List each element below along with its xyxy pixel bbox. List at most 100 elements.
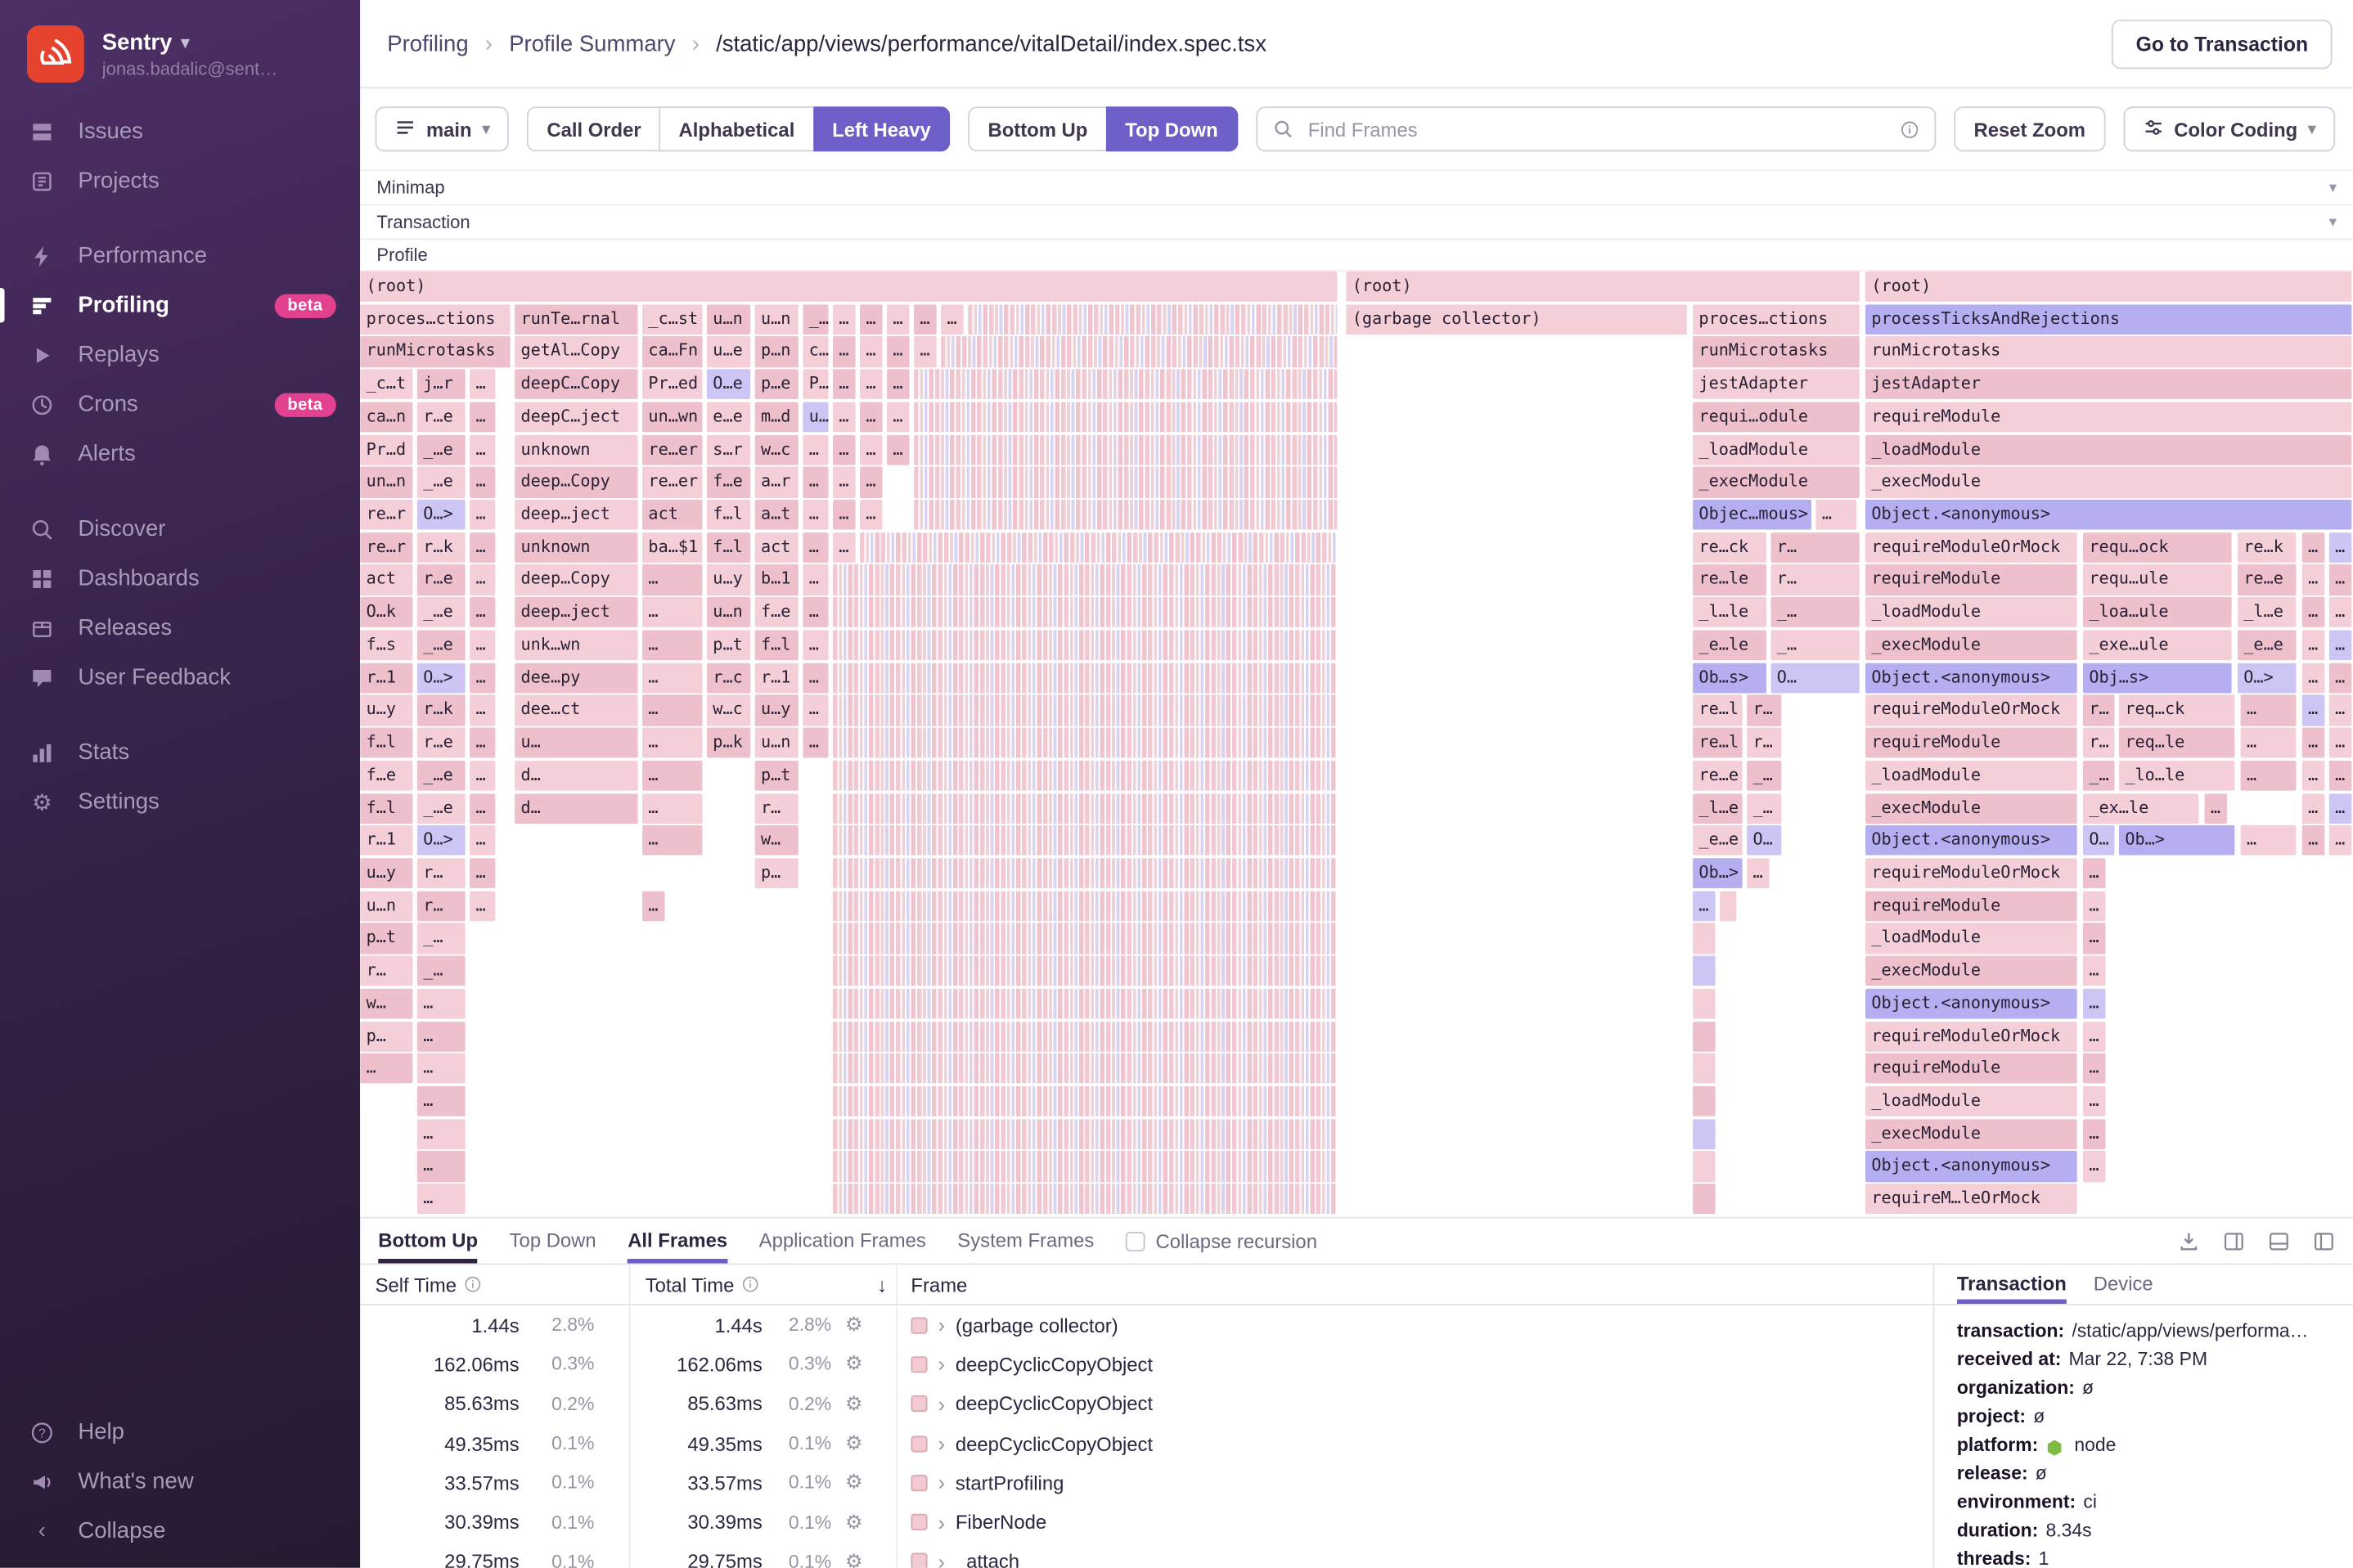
flame-frame[interactable]: … bbox=[2301, 727, 2324, 758]
flame-frame[interactable] bbox=[1693, 923, 1715, 954]
flame-frame[interactable] bbox=[914, 434, 1337, 465]
flame-frame[interactable]: u…n bbox=[706, 303, 750, 335]
flame-frame[interactable]: deepC…Copy bbox=[515, 369, 637, 400]
flame-frame[interactable]: … bbox=[2083, 955, 2105, 986]
flame-frame[interactable]: r… bbox=[1770, 532, 1859, 563]
flame-frame[interactable]: … bbox=[470, 793, 495, 824]
flame-frame[interactable]: _execModule bbox=[1865, 1118, 2076, 1149]
flame-frame[interactable]: _l…e bbox=[1693, 793, 1742, 824]
flame-frame[interactable]: Object.<anonymous> bbox=[1865, 663, 2076, 694]
flame-frame[interactable]: (garbage collector) bbox=[1346, 303, 1686, 335]
gear-icon[interactable]: ⚙ bbox=[831, 1392, 876, 1416]
frame-cell[interactable]: › deepCyclicCopyObject bbox=[898, 1424, 1933, 1463]
chevron-right-icon[interactable]: › bbox=[938, 1354, 945, 1375]
flame-frame[interactable]: runTe…rnal bbox=[515, 303, 637, 335]
flame-frame[interactable]: … bbox=[2328, 727, 2351, 758]
flame-frame[interactable]: … bbox=[1747, 858, 1769, 889]
flame-frame[interactable]: unk…wn bbox=[515, 630, 637, 661]
flame-frame[interactable]: re…r bbox=[360, 499, 412, 530]
flame-frame[interactable]: re…ck bbox=[1693, 532, 1766, 563]
flame-frame[interactable]: u…n bbox=[754, 727, 798, 758]
flame-frame[interactable]: _execModule bbox=[1865, 793, 2076, 824]
flame-frame[interactable] bbox=[941, 336, 1337, 367]
flame-frame[interactable]: … bbox=[833, 402, 855, 433]
flame-frame[interactable]: … bbox=[860, 369, 882, 400]
flame-frame[interactable]: … bbox=[470, 663, 495, 694]
flame-frame[interactable]: r… bbox=[360, 955, 412, 986]
flame-frame[interactable]: … bbox=[642, 694, 702, 726]
layout-left-icon[interactable] bbox=[2313, 1229, 2336, 1252]
flame-frame[interactable]: requireModule bbox=[1865, 1054, 2076, 1085]
flame-frame[interactable]: p…t bbox=[706, 630, 750, 661]
flame-frame[interactable]: … bbox=[2301, 793, 2324, 824]
flame-frame[interactable] bbox=[833, 1151, 1337, 1182]
flame-frame[interactable]: d… bbox=[515, 793, 637, 824]
flame-frame[interactable]: … bbox=[416, 1021, 465, 1052]
flame-frame[interactable]: O…e bbox=[706, 369, 750, 400]
flame-frame[interactable]: p…k bbox=[706, 727, 750, 758]
reset-zoom-button[interactable]: Reset Zoom bbox=[1954, 106, 2105, 152]
col-self-time[interactable]: Self Time bbox=[376, 1273, 483, 1296]
flame-frame[interactable]: dee…py bbox=[515, 663, 637, 694]
flame-frame[interactable] bbox=[833, 890, 1337, 922]
flame-frame[interactable]: … bbox=[470, 694, 495, 726]
flame-frame[interactable]: dee…ct bbox=[515, 694, 637, 726]
collapse-recursion-toggle[interactable]: Collapse recursion bbox=[1125, 1229, 1317, 1252]
flame-frame[interactable] bbox=[833, 825, 1337, 856]
flame-frame[interactable] bbox=[833, 663, 1337, 694]
flame-frame[interactable]: O…k bbox=[360, 597, 412, 628]
flame-frame[interactable] bbox=[1693, 1118, 1715, 1149]
flame-frame[interactable]: … bbox=[887, 402, 909, 433]
flame-frame[interactable]: Objec…mous> bbox=[1693, 499, 1811, 530]
flame-frame[interactable]: a…r bbox=[754, 467, 798, 498]
col-frame[interactable]: Frame bbox=[911, 1273, 967, 1296]
flame-frame[interactable]: … bbox=[860, 402, 882, 433]
flame-frame[interactable] bbox=[833, 1054, 1337, 1085]
flame-frame[interactable]: requireModule bbox=[1865, 564, 2076, 595]
flame-frame[interactable] bbox=[833, 1184, 1337, 1215]
flame-frame[interactable]: … bbox=[860, 336, 882, 367]
flame-frame[interactable]: … bbox=[642, 663, 702, 694]
flame-frame[interactable]: … bbox=[914, 336, 936, 367]
flame-frame[interactable]: … bbox=[860, 467, 882, 498]
table-row[interactable]: 1.44s 2.8% 1.44s 2.8% ⚙ › (garbage collector) bbox=[360, 1305, 1932, 1346]
table-row[interactable]: 162.06ms 0.3% 162.06ms 0.3% ⚙ › deepCyclicCopy… bbox=[360, 1345, 1932, 1385]
flame-frame[interactable]: O…> bbox=[416, 499, 465, 530]
download-icon[interactable] bbox=[2178, 1229, 2201, 1252]
flame-frame[interactable] bbox=[1693, 1184, 1715, 1215]
flame-frame[interactable]: u…y bbox=[754, 694, 798, 726]
flame-frame[interactable]: … bbox=[470, 727, 495, 758]
flame-frame[interactable]: p…t bbox=[754, 760, 798, 791]
sidebar-item-collapse[interactable]: ‹ Collapse bbox=[0, 1507, 360, 1557]
left-heavy-button[interactable]: Left Heavy bbox=[812, 106, 951, 152]
flame-frame[interactable]: _… bbox=[416, 955, 465, 986]
flame-frame[interactable]: deep…ject bbox=[515, 597, 637, 628]
flame-frame[interactable]: u…n bbox=[706, 597, 750, 628]
flame-frame[interactable]: … bbox=[470, 564, 495, 595]
flame-frame[interactable]: … bbox=[860, 303, 882, 335]
flame-frame[interactable]: Ob…> bbox=[2119, 825, 2234, 856]
flame-frame[interactable]: Object.<anonymous> bbox=[1865, 988, 2076, 1019]
flame-frame[interactable]: runMicrotasks bbox=[360, 336, 510, 367]
flamegraph[interactable]: (root) (root) (root) proces…ctions runTe…rna… bbox=[360, 272, 2353, 1217]
flame-frame[interactable]: … bbox=[1693, 890, 1715, 922]
flame-frame[interactable]: … bbox=[803, 499, 828, 530]
flame-frame[interactable]: … bbox=[360, 1054, 412, 1085]
flame-frame[interactable]: Ob…s> bbox=[1693, 663, 1766, 694]
color-coding-select[interactable]: Color Coding ▾ bbox=[2122, 106, 2336, 152]
sidebar-item-profiling[interactable]: Profiling beta bbox=[0, 281, 360, 330]
flame-frame[interactable]: … bbox=[470, 858, 495, 889]
flame-frame[interactable]: r…e bbox=[416, 564, 465, 595]
flame-frame[interactable]: s…r bbox=[706, 434, 750, 465]
flame-frame[interactable]: r… bbox=[416, 890, 465, 922]
flame-frame[interactable]: r…k bbox=[416, 532, 465, 563]
flame-frame[interactable]: d… bbox=[515, 760, 637, 791]
flame-frame[interactable]: requ…ock bbox=[2083, 532, 2231, 563]
flame-frame[interactable]: ca…n bbox=[360, 402, 412, 433]
flame-frame[interactable]: unknown bbox=[515, 434, 637, 465]
flame-frame[interactable]: … bbox=[2328, 760, 2351, 791]
flame-frame[interactable]: act bbox=[642, 499, 702, 530]
flame-frame[interactable]: re…er bbox=[642, 434, 702, 465]
flame-frame[interactable]: u…e bbox=[706, 336, 750, 367]
flame-frame[interactable]: _e…e bbox=[1693, 825, 1742, 856]
